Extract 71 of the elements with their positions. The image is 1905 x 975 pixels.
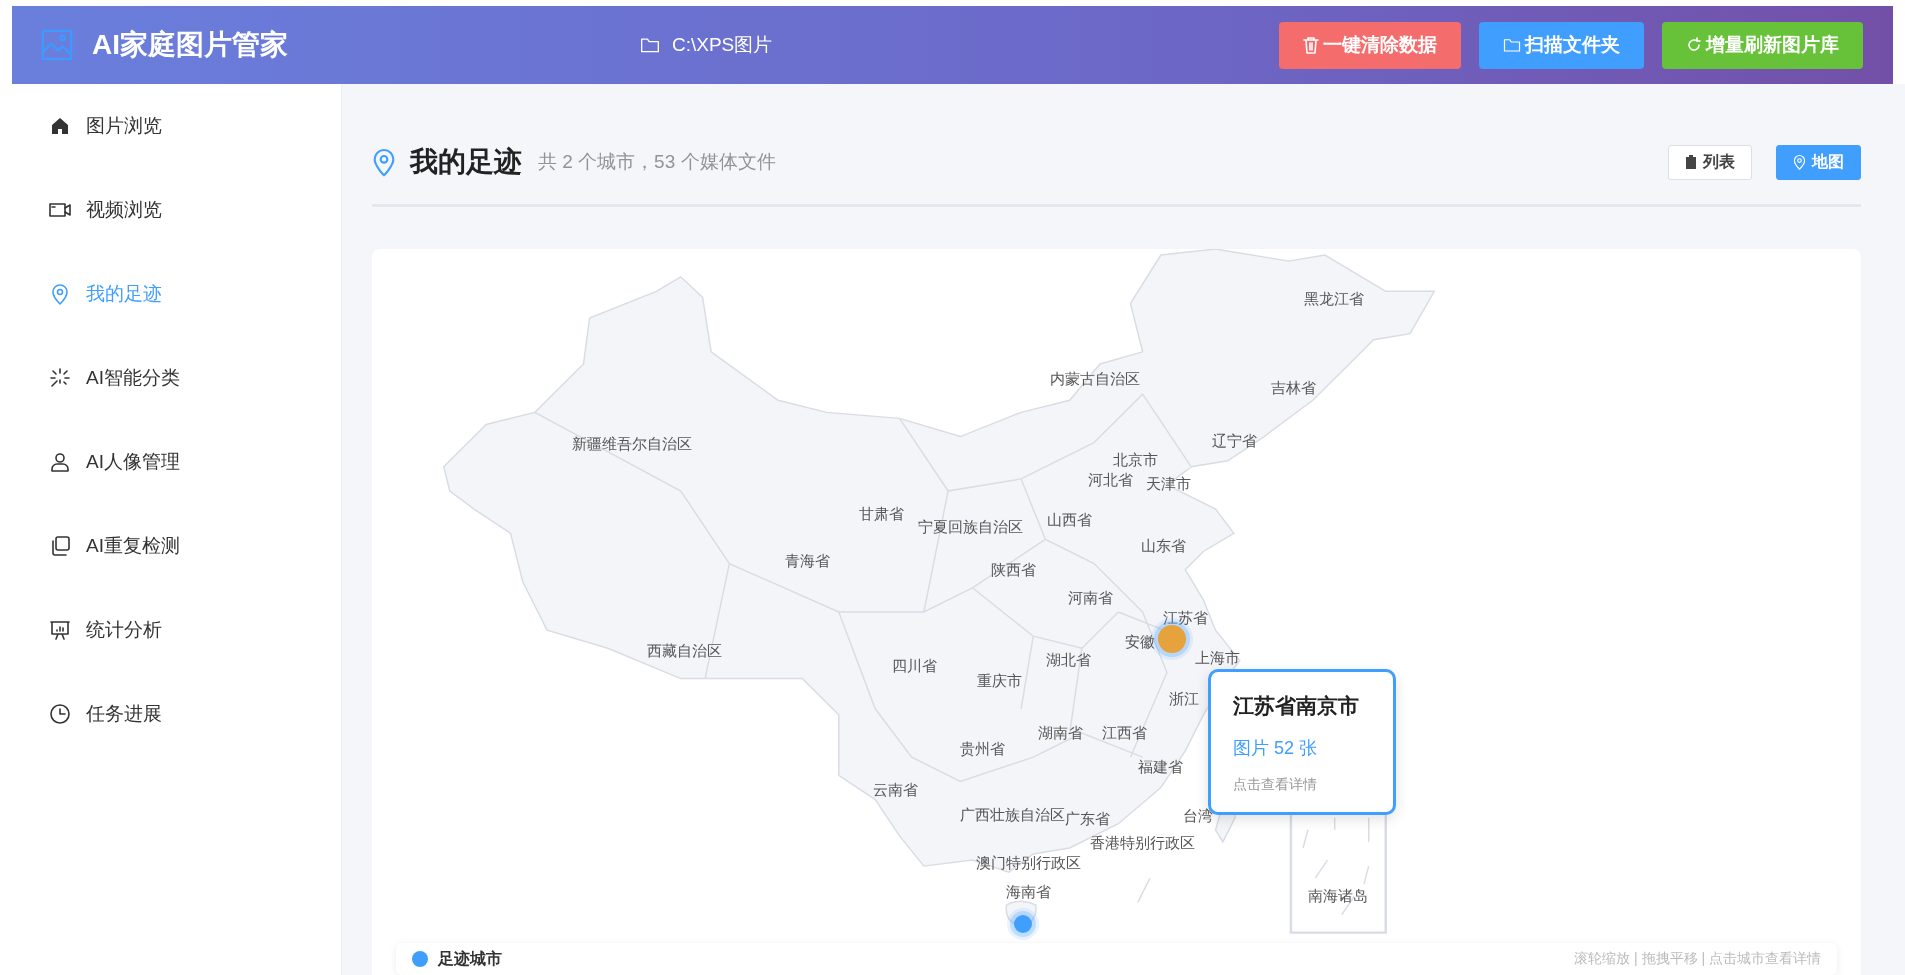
region-label: 浙江 (1169, 689, 1199, 709)
refresh-icon (1686, 37, 1702, 53)
region-label: 四川省 (891, 656, 937, 676)
location-pin-icon (51, 283, 69, 305)
legend-dot-icon (412, 951, 428, 967)
sidebar-item[interactable]: 图片浏览 (0, 84, 341, 168)
region-label: 吉林省 (1270, 378, 1316, 398)
region-label: 广西壮族自治区 (959, 805, 1065, 823)
region-label: 江苏省 (1162, 608, 1208, 627)
region-label: 云南省 (872, 780, 918, 800)
video-camera-icon (49, 201, 71, 219)
sidebar-item[interactable]: AI智能分类 (0, 336, 341, 420)
photo-count: 图片 52 张 (1233, 737, 1319, 760)
region-label: 江西省 (1101, 723, 1147, 743)
region-label: 海南省 (1005, 882, 1051, 902)
region-label: 山西省 (1046, 510, 1092, 530)
presentation-chart-icon (50, 620, 70, 640)
clipboard-icon (1685, 155, 1697, 169)
sidebar-item[interactable]: AI人像管理 (0, 420, 341, 504)
folder-icon (640, 36, 660, 54)
tooltip-title: 江苏省南京市 (1233, 693, 1360, 719)
region-label: 内蒙古自治区 (1050, 369, 1140, 389)
region-label: 安徽 (1125, 632, 1155, 652)
details-hint: 点击查看详情 (1233, 776, 1318, 794)
app-title: AI家庭图片管家 (92, 28, 288, 62)
region-label: 湖北省 (1045, 650, 1091, 670)
region-label: 贵州省 (959, 739, 1005, 759)
folder-icon (1503, 37, 1521, 53)
home-icon (50, 116, 70, 136)
sidebar-item[interactable]: 任务进展 (0, 672, 341, 756)
trash-icon (1303, 36, 1319, 54)
china-map-drawing[interactable] (442, 249, 1436, 934)
region-label: 山东省 (1140, 536, 1186, 556)
view-toggle-button[interactable]: 列表 (1668, 144, 1752, 180)
region-label: 上海市 (1194, 648, 1240, 668)
region-label: 河南省 (1067, 588, 1113, 608)
legend-label: 足迹城市 (438, 948, 503, 969)
region-label: 宁夏回族自治区 (917, 517, 1023, 537)
region-label: 香港特别行政区 (1089, 833, 1195, 853)
region-label: 湖南省 (1037, 723, 1083, 743)
sparkle-icon (50, 368, 70, 388)
region-label: 重庆市 (976, 671, 1022, 691)
region-label: 西藏自治区 (646, 641, 722, 661)
clock-icon (50, 704, 70, 724)
region-label: 台湾 (1183, 806, 1213, 826)
region-label: 福建省 (1137, 757, 1183, 777)
region-label: 辽宁省 (1211, 431, 1257, 451)
region-label: 广东省 (1064, 809, 1110, 829)
region-label: 北京市 (1112, 450, 1158, 470)
map-hint: 滚轮缩放 | 拖拽平移 | 点击城市查看详情 (1574, 950, 1821, 968)
folder-path: C:\XPS图片 (672, 33, 773, 57)
region-label: 天津市 (1145, 474, 1191, 494)
city-marker[interactable] (1014, 915, 1032, 934)
page-title: 我的足迹 (410, 145, 522, 179)
region-label: 南海诸岛 (1308, 886, 1368, 906)
region-label: 黑龙江省 (1304, 289, 1364, 309)
sidebar-item[interactable]: 统计分析 (0, 588, 341, 672)
copy-icon (50, 536, 70, 556)
location-pin-icon (1793, 154, 1806, 170)
footprint-summary: 共 2 个城市，53 个媒体文件 (538, 150, 777, 174)
sidebar-item[interactable]: 视频浏览 (0, 168, 341, 252)
region-label: 青海省 (784, 551, 830, 571)
region-label: 陕西省 (990, 560, 1036, 580)
person-icon (50, 452, 70, 472)
location-pin-icon (372, 147, 396, 177)
region-label: 甘肃省 (858, 504, 904, 524)
region-label: 河北省 (1087, 470, 1133, 490)
region-label: 新疆维吾尔自治区 (572, 434, 692, 454)
image-icon (40, 28, 74, 62)
sidebar-item[interactable]: AI重复检测 (0, 504, 341, 588)
region-label: 澳门特别行政区 (975, 853, 1081, 873)
